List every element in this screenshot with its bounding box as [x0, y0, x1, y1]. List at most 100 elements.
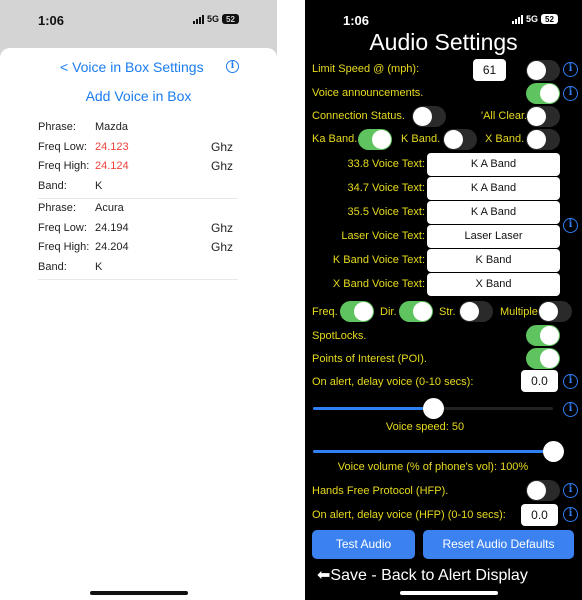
network-label: 5G: [525, 14, 538, 24]
voice-speed-slider[interactable]: [313, 398, 553, 419]
audio-settings-screen: 1:06 5G 52 Audio Settings Limit Speed @ …: [305, 0, 582, 600]
voice-text-input-33-8[interactable]: K A Band: [427, 153, 560, 176]
phrase-label: Phrase:: [38, 202, 76, 214]
delay-voice-hfp-input[interactable]: 0.0: [521, 504, 558, 526]
list-item[interactable]: Phrase: Mazda Freq Low: 24.123 Ghz Freq Hig…: [38, 118, 238, 199]
signal-icon: [192, 14, 204, 24]
ka-band-toggle[interactable]: [358, 129, 392, 150]
voice-entry-list: Phrase: Mazda Freq Low: 24.123 Ghz Freq Hig…: [38, 118, 238, 280]
voice-text-input-laser[interactable]: Laser Laser: [427, 225, 560, 248]
band-label: Band:: [38, 179, 67, 192]
freq-label: Freq.: [312, 306, 338, 318]
slider-thumb[interactable]: [543, 441, 564, 462]
back-button[interactable]: < Voice in Box Settings: [60, 59, 204, 75]
slider-thumb[interactable]: [423, 398, 444, 419]
freq-low-label: Freq Low:: [38, 221, 87, 234]
voice-in-box-screen: 1:06 5G 52 < Voice in Box Settings i Add…: [0, 0, 277, 600]
voice-text-label: 35.5 Voice Text:: [347, 206, 425, 218]
battery-icon: 52: [541, 14, 558, 24]
delay-voice-hfp-label: On alert, delay voice (HFP) (0-10 secs):: [312, 509, 506, 521]
phrase-label: Phrase:: [38, 121, 76, 133]
voice-text-input-x-band[interactable]: X Band: [427, 273, 560, 296]
back-arrow-icon: ⬅: [317, 567, 331, 584]
str-toggle[interactable]: [459, 301, 493, 322]
signal-icon: [511, 14, 523, 24]
freq-high-value: 24.204: [95, 241, 129, 253]
delay-voice-label: On alert, delay voice (0-10 secs):: [312, 376, 474, 388]
unit-label: Ghz: [211, 240, 234, 254]
home-indicator: [400, 591, 498, 595]
test-audio-button[interactable]: Test Audio: [312, 530, 415, 559]
voice-announcements-label: Voice announcements.: [312, 87, 424, 99]
save-back-label: Save - Back to Alert Display: [330, 567, 528, 584]
voice-text-input-34-7[interactable]: K A Band: [427, 177, 560, 200]
limit-speed-toggle[interactable]: [526, 60, 560, 81]
phrase-value: Acura: [95, 202, 124, 214]
voice-speed-label: Voice speed: 50: [385, 421, 465, 433]
freq-high-label: Freq High:: [38, 241, 90, 253]
info-icon[interactable]: i: [563, 507, 578, 522]
slider-fill: [313, 407, 433, 410]
k-band-toggle[interactable]: [443, 129, 477, 150]
unit-label: Ghz: [211, 139, 234, 154]
voice-text-input-k-band[interactable]: K Band: [427, 249, 560, 272]
band-value: K: [95, 179, 103, 192]
voice-text-label: 34.7 Voice Text:: [347, 182, 425, 194]
info-icon[interactable]: i: [226, 60, 239, 73]
freq-high-label: Freq High:: [38, 160, 90, 172]
str-label: Str.: [439, 306, 456, 318]
voice-volume-label: Voice volume (% of phone's vol): 100%: [337, 461, 529, 473]
info-icon[interactable]: i: [563, 483, 578, 498]
reset-audio-defaults-button[interactable]: Reset Audio Defaults: [423, 530, 574, 559]
poi-label: Points of Interest (POI).: [312, 353, 427, 365]
freq-toggle[interactable]: [340, 301, 374, 322]
add-voice-in-box-button[interactable]: Add Voice in Box: [0, 88, 277, 104]
info-icon[interactable]: i: [563, 402, 578, 417]
phrase-value: Mazda: [95, 121, 129, 133]
connection-status-toggle[interactable]: [412, 106, 446, 127]
band-value: K: [95, 260, 103, 273]
hfp-label: Hands Free Protocol (HFP).: [312, 485, 449, 497]
unit-label: Ghz: [211, 220, 234, 235]
multiple-label: Multiple.: [500, 306, 541, 318]
ka-band-label: Ka Band.: [312, 133, 358, 145]
freq-high-value: 24.124: [95, 160, 129, 172]
status-time: 1:06: [38, 13, 65, 28]
voice-text-input-35-5[interactable]: K A Band: [427, 201, 560, 224]
list-item[interactable]: Phrase: Acura Freq Low: 24.194 Ghz Freq Hig…: [38, 199, 238, 280]
battery-icon: 52: [222, 14, 239, 24]
multiple-toggle[interactable]: [538, 301, 572, 322]
hfp-toggle[interactable]: [526, 480, 560, 501]
x-band-toggle[interactable]: [526, 129, 560, 150]
info-icon[interactable]: i: [563, 86, 578, 101]
page-title: Audio Settings: [369, 29, 518, 55]
k-band-label: K Band.: [401, 133, 441, 145]
slider-fill: [313, 450, 553, 453]
voice-volume-slider[interactable]: [313, 441, 564, 462]
limit-speed-label: Limit Speed @ (mph):: [312, 63, 420, 75]
info-icon[interactable]: i: [563, 374, 578, 389]
voice-text-label: X Band Voice Text:: [332, 278, 425, 290]
freq-low-label: Freq Low:: [38, 140, 87, 153]
voice-text-label: K Band Voice Text:: [332, 254, 425, 266]
save-back-button[interactable]: ⬅Save - Back to Alert Display: [317, 565, 528, 585]
x-band-label: X Band.: [485, 133, 525, 145]
freq-low-value: 24.123: [95, 140, 129, 153]
home-indicator: [90, 591, 188, 595]
modal-sheet: < Voice in Box Settings i Add Voice in B…: [0, 48, 277, 600]
freq-low-value: 24.194: [95, 221, 129, 234]
info-icon[interactable]: i: [563, 62, 578, 77]
delay-voice-input[interactable]: 0.0: [521, 370, 558, 392]
info-icon[interactable]: i: [563, 218, 578, 233]
band-label: Band:: [38, 260, 67, 273]
all-clear-toggle[interactable]: [526, 106, 560, 127]
all-clear-label: 'All Clear.': [481, 110, 530, 122]
unit-label: Ghz: [211, 159, 234, 173]
voice-announcements-toggle[interactable]: [526, 83, 560, 104]
limit-speed-input[interactable]: 61: [473, 59, 506, 81]
voice-text-label: Laser Voice Text:: [341, 230, 425, 242]
poi-toggle[interactable]: [526, 348, 560, 369]
connection-status-label: Connection Status.: [312, 110, 405, 122]
dir-toggle[interactable]: [399, 301, 433, 322]
spotlocks-toggle[interactable]: [526, 325, 560, 346]
